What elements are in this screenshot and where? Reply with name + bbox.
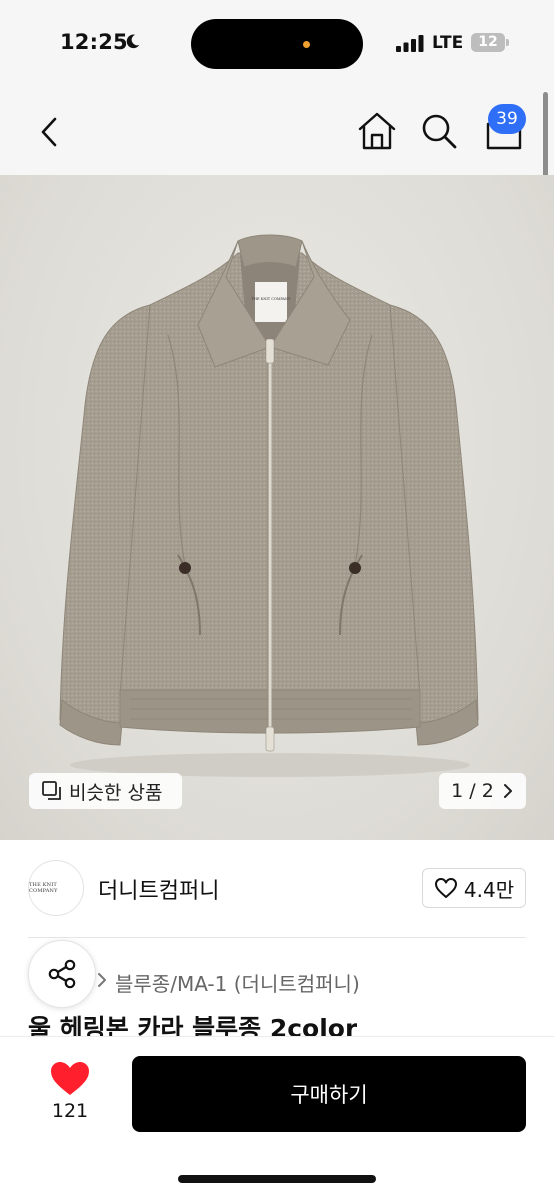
shop-favorite-count: 4.4만 xyxy=(463,877,515,902)
shop-name[interactable]: 더니트컴퍼니 xyxy=(98,873,219,905)
nav-bar xyxy=(0,90,554,175)
search-icon[interactable] xyxy=(418,110,460,152)
divider xyxy=(28,937,526,938)
similar-products-label: 비슷한 상품 xyxy=(69,781,163,804)
similar-products-button[interactable]: 비슷한 상품 xyxy=(29,773,182,809)
buy-button[interactable]: 구매하기 xyxy=(132,1056,526,1132)
like-count: 121 xyxy=(51,1100,89,1122)
chevron-right-icon xyxy=(503,784,512,798)
privacy-indicator-dot xyxy=(303,41,310,48)
moon-icon xyxy=(126,34,140,49)
home-indicator xyxy=(178,1175,376,1183)
product-title: 울 헤링본 카라 블루종 2color xyxy=(28,1014,358,1037)
scrollbar[interactable] xyxy=(543,92,548,186)
shop-logo-text: THE KNIT COMPANY xyxy=(29,882,58,894)
status-bar: 12:25 LTE 12 xyxy=(0,0,554,90)
product-label-tag: THE KNIT COMPANY xyxy=(252,297,291,301)
product-image-gallery[interactable]: THE KNIT COMPANY 비슷한 상품 1 / 2 xyxy=(0,175,554,840)
home-icon[interactable] xyxy=(356,110,398,152)
shop-favorite-button[interactable]: 4.4만 xyxy=(422,868,526,908)
chevron-left-icon[interactable] xyxy=(30,112,70,152)
image-page-indicator[interactable]: 1 / 2 xyxy=(439,773,526,809)
cart-count-badge: 39 xyxy=(488,104,526,134)
carrier-label: LTE xyxy=(432,33,464,53)
status-time: 12:25 xyxy=(60,30,128,54)
heart-outline-icon xyxy=(434,878,457,898)
heart-icon[interactable] xyxy=(46,1058,94,1098)
page-indicator-text: 1 / 2 xyxy=(451,780,494,802)
share-button[interactable] xyxy=(28,940,96,1008)
signal-icon xyxy=(396,35,424,52)
battery-tip xyxy=(506,39,509,46)
shop-logo[interactable]: THE KNIT COMPANY xyxy=(28,860,84,916)
similar-icon xyxy=(42,781,61,800)
share-icon xyxy=(48,959,76,989)
category-breadcrumb[interactable]: 블루종/MA-1 (더니트컴퍼니) xyxy=(115,968,360,997)
dynamic-island xyxy=(191,19,363,69)
battery-icon: 12 xyxy=(471,33,505,52)
product-image: THE KNIT COMPANY xyxy=(59,234,479,777)
chevron-right-icon xyxy=(98,973,106,987)
